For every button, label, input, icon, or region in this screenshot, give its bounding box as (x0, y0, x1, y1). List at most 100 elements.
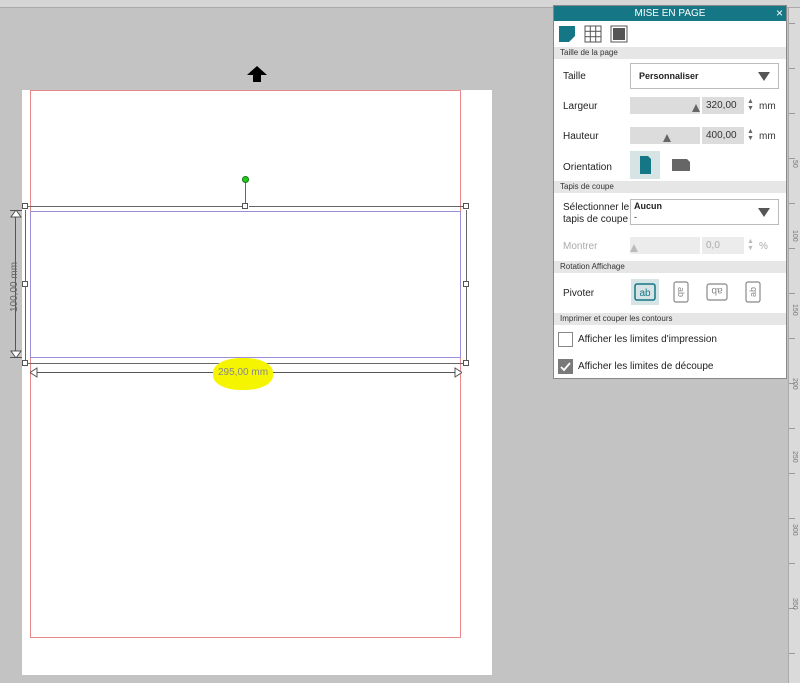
height-spinner-icon[interactable]: ▲ ▼ (747, 128, 754, 142)
ruler-label: 150 (791, 304, 798, 316)
print-limits-label[interactable]: Afficher les limites d'impression (578, 334, 717, 345)
pivot-0-button[interactable]: ab (631, 279, 659, 305)
show-input: 0,0 (702, 237, 744, 254)
page-up-arrow-icon[interactable] (246, 64, 268, 84)
select-mat-label-2: tapis de coupe (563, 214, 629, 225)
ruler-label: 100 (791, 230, 798, 242)
size-dropdown-value: Personnaliser (639, 71, 699, 81)
rotation-section: Pivoter ab ab ab ab (554, 273, 786, 313)
show-unit: % (759, 241, 768, 252)
rotate-stem (245, 183, 246, 203)
ruler-tick (789, 428, 795, 429)
print-cut-section: Afficher les limites d'impression Affich… (554, 325, 786, 385)
panel-tabs (554, 21, 786, 47)
dim-arrow-left-icon (30, 367, 38, 378)
pivot-270-button[interactable]: ab (739, 279, 767, 305)
show-slider-thumb (630, 244, 638, 252)
selection-right-line-bottom (466, 287, 467, 361)
dim-arrow-down-icon (10, 350, 22, 358)
panel-title-bar[interactable]: MISE EN PAGE × (554, 6, 786, 21)
rotate-90-icon: ab (673, 281, 689, 303)
section-print-cut: Imprimer et couper les contours (554, 313, 786, 325)
ruler-tick (789, 203, 795, 204)
cutting-mat-sub: - (634, 212, 637, 222)
cut-limits-label[interactable]: Afficher les limites de découpe (578, 361, 713, 372)
ruler-tick (789, 158, 795, 159)
side-ruler: 50 100 150 200 250 300 350 (788, 8, 800, 683)
ruler-label: 200 (791, 378, 798, 390)
resize-handle-right[interactable] (463, 281, 469, 287)
cutting-mat-value: Aucun (634, 201, 662, 211)
ruler-tick (789, 338, 795, 339)
width-slider[interactable] (630, 97, 700, 114)
cutting-mat-dropdown[interactable]: Aucun - (630, 199, 779, 225)
pivot-label: Pivoter (563, 288, 595, 299)
ruler-tick (789, 293, 795, 294)
grid-tab-icon[interactable] (584, 25, 602, 43)
ruler-label: 250 (791, 451, 798, 463)
background-tab-icon[interactable] (610, 25, 628, 43)
print-limits-checkbox[interactable] (558, 332, 573, 347)
orientation-label: Orientation (563, 162, 612, 173)
section-page-size: Taille de la page (554, 47, 786, 59)
page-setup-tab-icon[interactable] (558, 25, 576, 43)
width-slider-thumb[interactable] (692, 104, 700, 112)
show-spinner-icon: ▲ ▼ (747, 238, 754, 252)
resize-handle-top-left[interactable] (22, 203, 28, 209)
svg-text:ab: ab (711, 285, 723, 296)
ruler-label: 50 (791, 160, 798, 168)
width-input[interactable]: 320,00 (702, 97, 744, 114)
resize-handle-left[interactable] (22, 281, 28, 287)
rotate-270-icon: ab (745, 281, 761, 303)
landscape-orientation-icon[interactable] (666, 151, 696, 179)
width-dimension-label: 295,00 mm (218, 367, 269, 378)
svg-text:ab: ab (748, 287, 758, 297)
dim-arrow-up-icon (10, 210, 22, 218)
resize-handle-bottom-left[interactable] (22, 360, 28, 366)
show-label: Montrer (563, 241, 598, 252)
dim-arrow-right-icon (454, 367, 462, 378)
ruler-label: 300 (791, 524, 798, 536)
section-cutting-mat: Tapis de coupe (554, 181, 786, 193)
svg-text:ab: ab (639, 288, 651, 299)
height-unit: mm (759, 131, 776, 142)
rotate-0-icon: ab (634, 283, 656, 301)
show-slider (630, 237, 700, 254)
select-mat-label-1: Sélectionner le (563, 202, 630, 213)
resize-handle-top[interactable] (242, 203, 248, 209)
section-rotation: Rotation Affichage (554, 261, 786, 273)
height-input[interactable]: 400,00 (702, 127, 744, 144)
size-label: Taille (563, 71, 586, 82)
selection-right-line-top (466, 210, 467, 282)
chevron-down-icon (758, 72, 770, 81)
page-size-section: Taille Personnaliser Largeur 320,00 ▲ ▼ m… (554, 59, 786, 181)
width-unit: mm (759, 101, 776, 112)
svg-text:ab: ab (676, 287, 686, 297)
resize-handle-top-right[interactable] (463, 203, 469, 209)
pivot-180-button[interactable]: ab (703, 279, 731, 305)
ruler-tick (789, 113, 795, 114)
close-icon[interactable]: × (776, 6, 783, 21)
selected-shape[interactable] (30, 211, 461, 358)
ruler-tick (789, 518, 795, 519)
ruler-tick (789, 563, 795, 564)
height-slider[interactable] (630, 127, 700, 144)
cut-limits-checkbox[interactable] (558, 359, 573, 374)
chevron-down-icon (758, 208, 770, 217)
size-dropdown[interactable]: Personnaliser (630, 63, 779, 89)
width-spinner-icon[interactable]: ▲ ▼ (747, 98, 754, 112)
pivot-90-button[interactable]: ab (667, 279, 695, 305)
height-label: Hauteur (563, 131, 599, 142)
page-setup-panel: MISE EN PAGE × Taille de la page Taille … (553, 5, 787, 379)
rotate-180-icon: ab (706, 283, 728, 301)
height-dimension-label: 100,00 mm (9, 261, 20, 312)
selection-left-line-top (25, 210, 26, 282)
portrait-orientation-icon[interactable] (630, 151, 660, 179)
ruler-tick (789, 653, 795, 654)
ruler-tick (789, 248, 795, 249)
resize-handle-bottom-right[interactable] (463, 360, 469, 366)
ruler-tick (789, 473, 795, 474)
height-slider-thumb[interactable] (663, 134, 671, 142)
cutting-mat-section: Sélectionner le tapis de coupe Aucun - M… (554, 193, 786, 261)
rotate-handle[interactable] (242, 176, 249, 183)
